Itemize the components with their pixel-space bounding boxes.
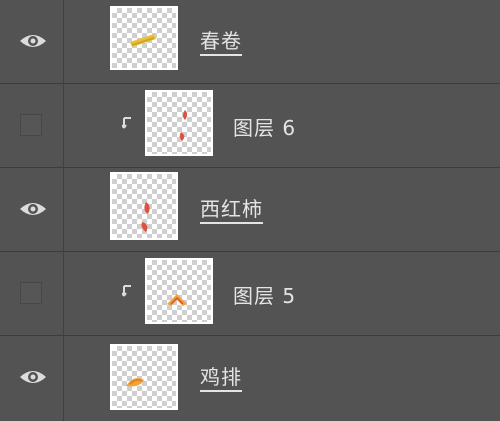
- layer-name[interactable]: 西红柿: [200, 193, 263, 222]
- eye-icon[interactable]: [19, 366, 47, 388]
- layer-thumbnail[interactable]: [145, 258, 213, 324]
- layer-thumbnail[interactable]: [110, 172, 178, 240]
- layer-name[interactable]: 春卷: [200, 25, 242, 54]
- layer-row-jipai[interactable]: 鸡排: [0, 336, 500, 421]
- visibility-column: [0, 168, 64, 251]
- visibility-column: [0, 252, 64, 335]
- layers-panel: 春卷 图层 6 西红柿 图层 5 鸡排: [0, 0, 500, 421]
- thumbnail-art: [167, 294, 187, 306]
- eye-icon[interactable]: [19, 198, 47, 220]
- visibility-column: [0, 336, 64, 421]
- thumbnail-art: [130, 34, 156, 47]
- layer-thumbnail[interactable]: [110, 6, 178, 70]
- eye-icon[interactable]: [19, 30, 47, 52]
- clipping-mask-icon: [122, 285, 131, 297]
- layer-row-chunjuan[interactable]: 春卷: [0, 0, 500, 84]
- layer-row-6[interactable]: 图层 6: [0, 84, 500, 168]
- visibility-toggle[interactable]: [20, 282, 42, 304]
- layer-row-5[interactable]: 图层 5: [0, 252, 500, 336]
- thumbnail-art: [179, 110, 187, 141]
- layer-thumbnail[interactable]: [110, 344, 178, 410]
- visibility-column: [0, 0, 64, 83]
- layer-row-xihongshi[interactable]: 西红柿: [0, 168, 500, 252]
- layer-name[interactable]: 鸡排: [200, 361, 242, 390]
- visibility-toggle[interactable]: [20, 114, 42, 136]
- layer-name[interactable]: 图层 5: [233, 280, 296, 309]
- layer-thumbnail[interactable]: [145, 90, 213, 156]
- clipping-mask-icon: [122, 117, 131, 129]
- thumbnail-art: [141, 202, 150, 232]
- layer-name[interactable]: 图层 6: [233, 112, 296, 141]
- visibility-column: [0, 84, 64, 167]
- thumbnail-art: [126, 378, 144, 387]
